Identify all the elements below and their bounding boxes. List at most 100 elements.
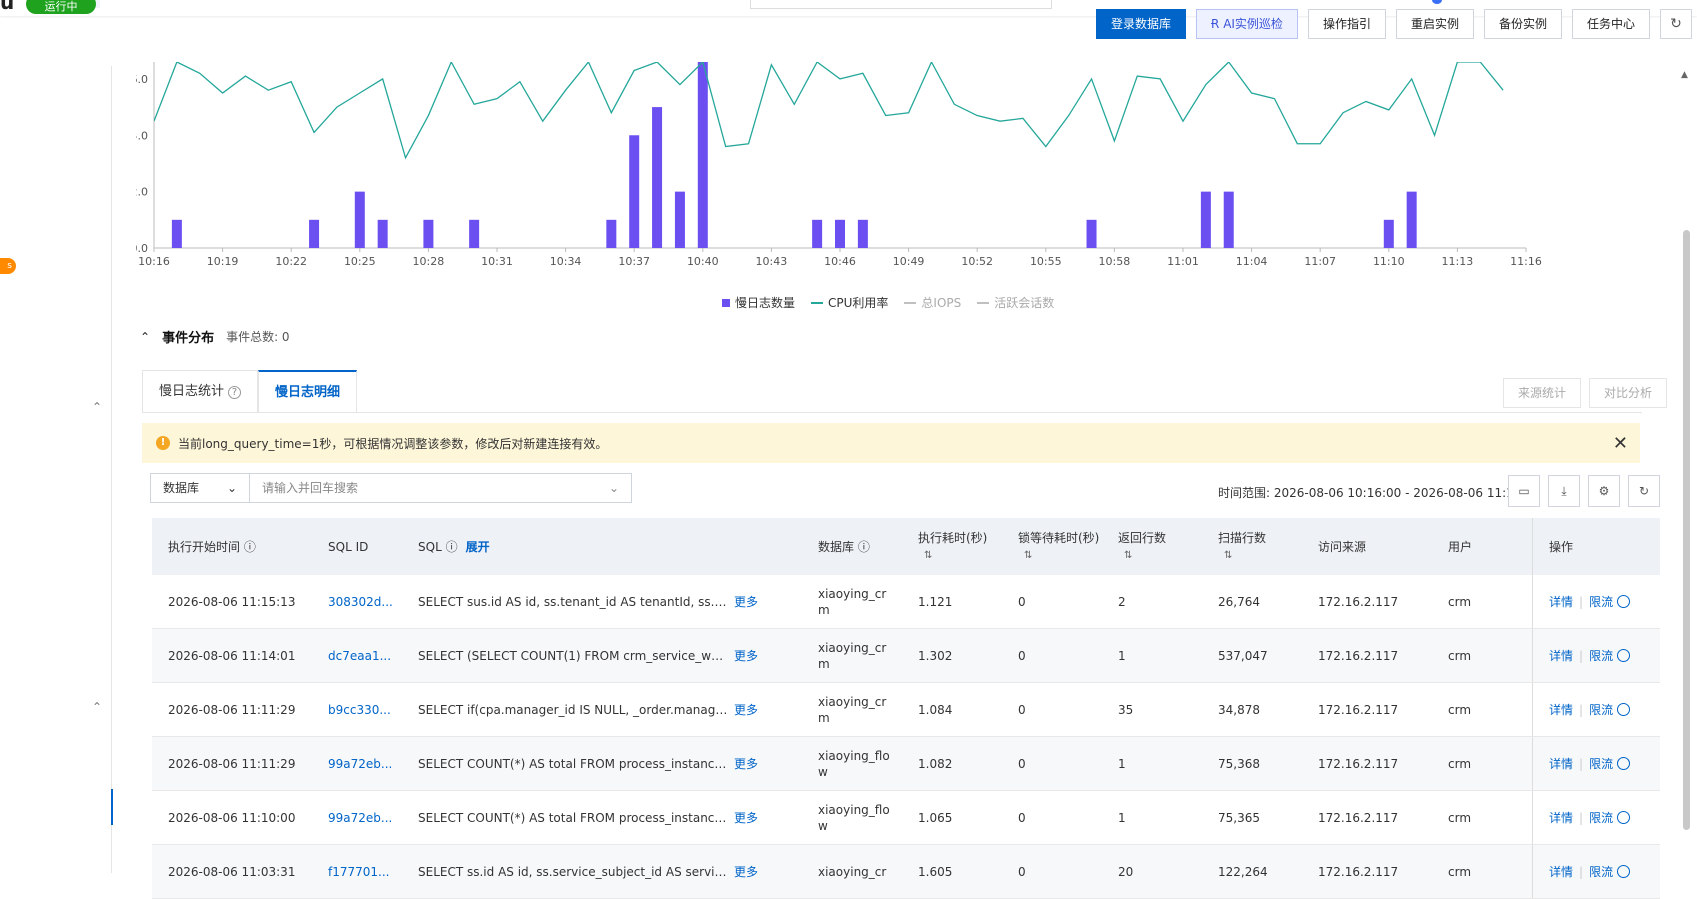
cell-ops: 详情 | 限流	[1532, 575, 1632, 628]
help-icon[interactable]: ⓘ	[858, 540, 870, 554]
slowlog-bar	[1223, 191, 1234, 248]
download-icon[interactable]: ⤓	[1548, 475, 1580, 507]
refresh-icon[interactable]: ↻	[1660, 9, 1692, 39]
sort-icon[interactable]: ⇅	[924, 550, 932, 561]
compare-analysis-button[interactable]: 对比分析	[1588, 378, 1667, 408]
slowlog-tabs: 慢日志统计? 慢日志明细	[142, 370, 1642, 413]
help-icon[interactable]: ?	[228, 386, 242, 399]
col-header-lock[interactable]: 锁等待耗时(秒) ⇅	[1002, 530, 1102, 564]
chevron-up-icon[interactable]: ⌃	[140, 330, 150, 344]
cell-lock: 0	[1018, 702, 1026, 717]
cell-sql-id: f177701...	[312, 865, 402, 879]
tab-slowlog-detail[interactable]: 慢日志明细	[258, 370, 358, 412]
more-link[interactable]: 更多	[734, 647, 758, 664]
clock-icon[interactable]	[1617, 811, 1631, 824]
chevron-up-icon[interactable]: ⌃	[92, 400, 102, 414]
cell-ret: 1	[1118, 648, 1126, 663]
limit-link[interactable]: 限流	[1589, 701, 1613, 718]
logo-fragment: u	[0, 0, 15, 14]
x-tick-label: 11:16	[1510, 255, 1542, 268]
help-icon[interactable]: ⓘ	[244, 540, 256, 554]
chevron-up-icon[interactable]: ⌃	[92, 700, 102, 714]
slowlog-bar	[354, 191, 365, 248]
limit-link[interactable]: 限流	[1589, 755, 1613, 772]
x-tick-label: 10:43	[756, 255, 788, 268]
close-icon[interactable]: ✕	[1613, 433, 1628, 454]
sql-id-link[interactable]: 99a72eb...	[328, 811, 392, 825]
legend-slowlog[interactable]: 慢日志数量	[722, 294, 795, 311]
more-link[interactable]: 更多	[734, 809, 758, 826]
detail-link[interactable]: 详情	[1549, 755, 1573, 772]
sql-id-link[interactable]: dc7eaa1...	[328, 649, 391, 663]
sql-id-link[interactable]: 308302d...	[328, 595, 393, 609]
scroll-up-icon[interactable]: ▲	[1681, 70, 1688, 80]
clock-icon[interactable]	[1617, 649, 1631, 662]
scrollbar-thumb[interactable]	[1683, 230, 1690, 830]
column-toggle-icon[interactable]: ▭	[1508, 475, 1540, 507]
cell-sql-id: 99a72eb...	[312, 757, 402, 771]
clock-icon[interactable]	[1617, 865, 1631, 878]
limit-link[interactable]: 限流	[1589, 809, 1613, 826]
sort-icon[interactable]: ⇅	[1124, 550, 1132, 561]
events-section: ⌃ 事件分布 事件总数: 0	[140, 327, 290, 347]
expand-link[interactable]: 展开	[466, 538, 490, 555]
clock-icon[interactable]	[1617, 595, 1631, 608]
backup-instance-button[interactable]: 备份实例	[1483, 9, 1562, 39]
restart-instance-button[interactable]: 重启实例	[1395, 9, 1474, 39]
more-link[interactable]: 更多	[734, 755, 758, 772]
guide-button[interactable]: 操作指引	[1307, 9, 1386, 39]
time-range-text: 时间范围: 2026-08-06 10:16:00 - 2026-08-06 1…	[1218, 486, 1541, 500]
sql-id-link[interactable]: 99a72eb...	[328, 757, 392, 771]
col-header-scan[interactable]: 扫描行数 ⇅	[1202, 530, 1302, 564]
slowlog-table: 执行开始时间 ⓘ SQL ID SQL ⓘ 展开 数据库 ⓘ 执行耗时(秒) ⇅ 锁…	[152, 518, 1660, 899]
more-link[interactable]: 更多	[734, 863, 758, 880]
db-name-line2: m	[818, 602, 830, 617]
database-select[interactable]: 数据库 ⌄	[150, 473, 250, 503]
slowlog-bar	[171, 219, 182, 248]
clock-icon[interactable]	[1617, 757, 1631, 770]
clock-icon[interactable]	[1617, 703, 1631, 716]
legend-cpu[interactable]: CPU利用率	[811, 294, 888, 311]
limit-link[interactable]: 限流	[1589, 647, 1613, 664]
db-name-line1: xiaoying_flo	[818, 748, 890, 763]
database-select-label: 数据库	[163, 481, 200, 495]
ai-inspection-button[interactable]: Ɍ AI实例巡检	[1196, 9, 1298, 39]
limit-link[interactable]: 限流	[1589, 863, 1613, 880]
sort-icon[interactable]: ⇅	[1224, 550, 1232, 561]
avatar[interactable]	[1432, 0, 1442, 4]
page-scrollbar[interactable]: ▲	[1681, 70, 1691, 873]
search-input[interactable]: 请输入并回车搜索 ⌄	[250, 473, 632, 503]
detail-link[interactable]: 详情	[1549, 809, 1573, 826]
cell-exec: 1.065	[918, 810, 953, 825]
cell-user: crm	[1448, 756, 1472, 771]
table-tools: ▭ ⤓ ⚙ ↻	[1508, 475, 1660, 507]
refresh-icon[interactable]: ↻	[1628, 475, 1660, 507]
global-search-input[interactable]	[750, 0, 1052, 9]
detail-link[interactable]: 详情	[1549, 647, 1573, 664]
y-tick-label: 4.0	[136, 129, 148, 142]
more-link[interactable]: 更多	[734, 593, 758, 610]
sql-id-link[interactable]: f177701...	[328, 865, 389, 879]
cell-src: 172.16.2.117	[1318, 594, 1399, 609]
settings-gear-icon[interactable]: ⚙	[1588, 475, 1620, 507]
performance-chart: 0.0 2.0 4.0 6.0 10:16 10:19 10:22 10:25 10:28 10:…	[131, 60, 1666, 330]
limit-link[interactable]: 限流	[1589, 593, 1613, 610]
detail-link[interactable]: 详情	[1549, 593, 1573, 610]
detail-link[interactable]: 详情	[1549, 701, 1573, 718]
cell-src: 172.16.2.117	[1318, 756, 1399, 771]
sql-id-link[interactable]: b9cc330...	[328, 703, 391, 717]
task-center-button[interactable]: 任务中心	[1571, 9, 1650, 39]
login-database-button[interactable]: 登录数据库	[1096, 9, 1187, 39]
help-icon[interactable]: ⓘ	[446, 538, 458, 555]
legend-sessions[interactable]: 活跃会话数	[977, 294, 1054, 311]
cell-time: 2026-08-06 11:10:00	[168, 810, 296, 825]
legend-iops[interactable]: 总IOPS	[904, 294, 961, 311]
col-header-ret[interactable]: 返回行数 ⇅	[1102, 530, 1202, 564]
cell-exec: 1.121	[918, 594, 953, 609]
more-link[interactable]: 更多	[734, 701, 758, 718]
col-header-exec[interactable]: 执行耗时(秒) ⇅	[902, 530, 1002, 564]
source-stats-button[interactable]: 来源统计	[1502, 378, 1581, 408]
detail-link[interactable]: 详情	[1549, 863, 1573, 880]
tab-slowlog-stats[interactable]: 慢日志统计?	[142, 370, 259, 412]
sort-icon[interactable]: ⇅	[1024, 550, 1032, 561]
